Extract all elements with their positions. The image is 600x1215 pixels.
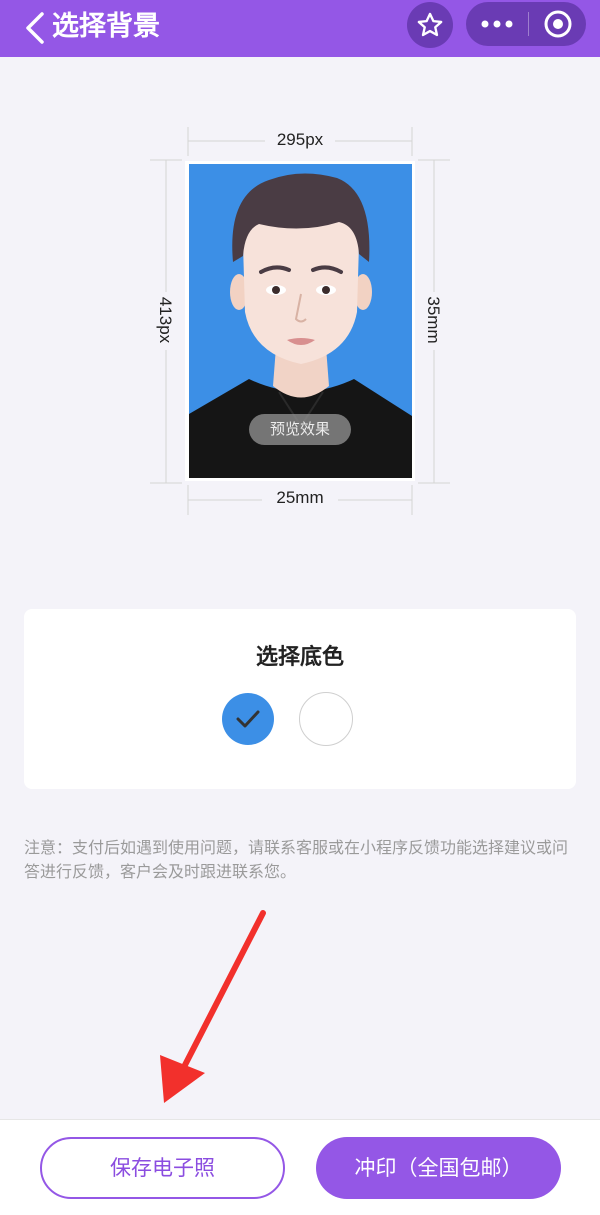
width-mm-label: 25mm	[276, 488, 324, 507]
target-circle-icon	[544, 10, 571, 38]
notice-text: 注意：支付后如遇到使用问题，请联系客服或在小程序反馈功能选择建议或问答进行反馈，…	[24, 838, 569, 881]
color-option-white[interactable]	[299, 692, 353, 746]
width-px-label: 295px	[276, 130, 324, 149]
height-mm-label: 35mm	[424, 296, 443, 344]
favorite-button[interactable]	[407, 2, 453, 48]
mini-program-capsule	[466, 2, 586, 46]
color-option-blue[interactable]	[222, 693, 274, 745]
back-button[interactable]	[22, 10, 48, 46]
title-bar: 选择背景	[0, 0, 600, 57]
more-button[interactable]	[466, 2, 528, 46]
height-px-label: 413px	[156, 296, 175, 344]
check-icon	[236, 710, 260, 728]
print-photo-button[interactable]: 冲印（全国包邮）	[316, 1137, 561, 1199]
preview-badge: 预览效果	[249, 414, 351, 445]
bottom-action-bar: 保存电子照 冲印（全国包邮）	[0, 1119, 600, 1215]
background-color-card: 选择底色	[24, 609, 576, 789]
color-picker-title: 选择底色	[255, 645, 344, 670]
red-arrow-icon	[160, 910, 266, 1103]
save-digital-photo-button[interactable]: 保存电子照	[40, 1137, 285, 1199]
more-dots-icon	[481, 20, 513, 28]
star-icon	[417, 12, 443, 37]
close-mini-program-button[interactable]	[529, 2, 586, 46]
page-title: 选择背景	[52, 11, 160, 42]
chevron-left-icon	[26, 12, 44, 44]
